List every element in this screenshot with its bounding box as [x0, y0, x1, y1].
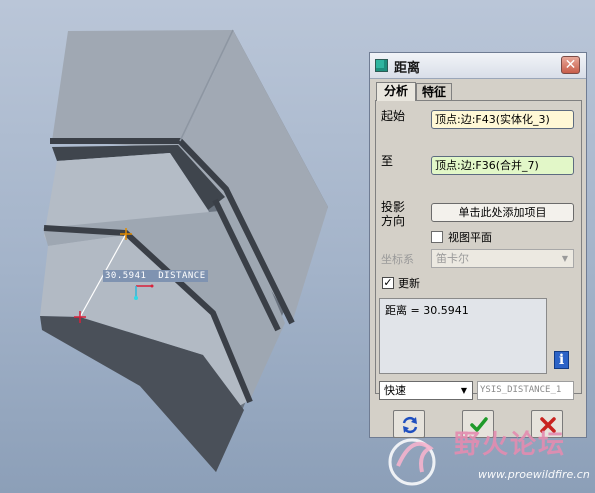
coord-system-label: 坐标系: [381, 253, 414, 266]
from-reference-field[interactable]: 顶点:边:F43(实体化_3): [431, 110, 574, 129]
analysis-name-field[interactable]: YSIS_DISTANCE_1: [477, 381, 574, 400]
watermark-brand-text: 野火论坛: [454, 430, 567, 460]
view-plane-label: 视图平面: [448, 231, 492, 244]
to-label: 至: [381, 154, 394, 168]
chevron-down-icon: ▼: [460, 386, 468, 395]
analysis-speed-select[interactable]: 快速 ▼: [379, 381, 473, 400]
chevron-down-icon: ▼: [561, 254, 569, 263]
analysis-speed-value: 快速: [384, 384, 406, 397]
distance-dialog: 距离 ✕ 分析 特征 起始 顶点:边:F43(实体化_3) 至 顶点:边:F36…: [369, 52, 587, 438]
projection-label-line2: 方向: [381, 214, 406, 228]
tab-analysis[interactable]: 分析: [376, 82, 416, 101]
dialog-app-icon: [375, 59, 388, 72]
dialog-titlebar[interactable]: 距离 ✕: [370, 53, 586, 79]
add-projection-button[interactable]: 单击此处添加项目: [431, 203, 574, 222]
coord-system-select: 笛卡尔 ▼: [431, 249, 574, 268]
close-button[interactable]: ✕: [561, 56, 580, 74]
dialog-title: 距离: [394, 61, 421, 76]
from-label: 起始: [381, 109, 406, 123]
update-label: 更新: [398, 277, 420, 290]
tab-feature[interactable]: 特征: [416, 83, 452, 100]
update-checkbox[interactable]: ✓: [382, 277, 394, 289]
watermark-logo-icon: [388, 438, 436, 486]
coord-system-value: 笛卡尔: [436, 252, 469, 265]
distance-annotation: 30.5941 DISTANCE: [103, 270, 208, 282]
to-reference-field[interactable]: 顶点:边:F36(合并_7): [431, 156, 574, 175]
view-plane-checkbox[interactable]: [431, 231, 443, 243]
forum-watermark: 野火论坛 www.proewildfire.cn: [382, 424, 595, 493]
result-output: 距离 = 30.5941: [379, 298, 547, 374]
watermark-url-text: www.proewildfire.cn: [478, 468, 590, 481]
info-icon[interactable]: i: [554, 351, 569, 369]
result-text: 距离 = 30.5941: [385, 304, 469, 317]
